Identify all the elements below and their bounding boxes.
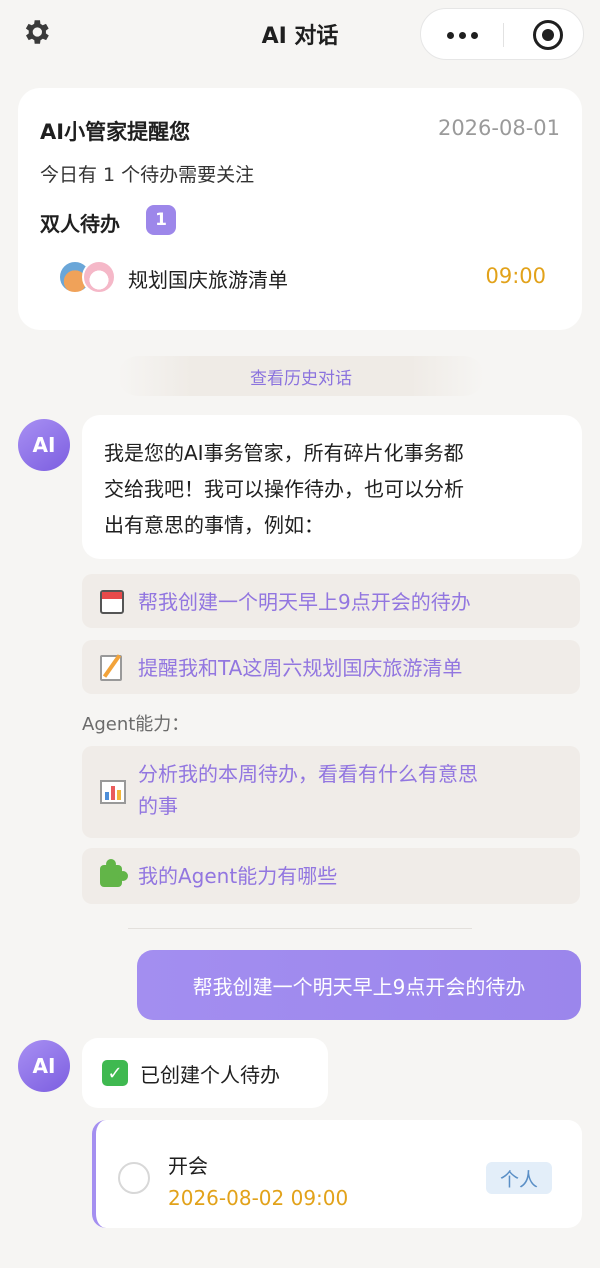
target-circle-icon[interactable] — [533, 20, 563, 50]
message-line: 我是您的AI事务管家，所有碎片化事务都 — [104, 441, 464, 465]
task-title: 开会 — [168, 1154, 208, 1178]
puzzle-icon — [100, 859, 128, 887]
more-dots-icon[interactable] — [421, 9, 503, 61]
divider — [128, 928, 472, 929]
reminder-title: AI小管家提醒您 — [40, 120, 191, 144]
suggestion-chip[interactable]: 帮我创建一个明天早上9点开会的待办 — [82, 574, 580, 628]
suggestion-text: 提醒我和TA这周六规划国庆旅游清单 — [138, 656, 463, 680]
suggestion-chip[interactable]: 分析我的本周待办，看看有什么有意思 的事 — [82, 746, 580, 838]
ai-avatar: AI — [18, 1040, 70, 1092]
check-mark-icon: ✓ — [102, 1060, 128, 1086]
avatar-pair — [58, 260, 122, 296]
ai-reply-bubble: ✓ 已创建个人待办 — [82, 1038, 328, 1108]
avatar — [82, 260, 116, 294]
reminder-subtitle: 今日有 1 个待办需要关注 — [40, 164, 255, 186]
message-line: 出有意思的事情，例如： — [104, 513, 324, 537]
task-checkbox[interactable] — [118, 1162, 150, 1194]
calendar-icon — [100, 590, 124, 614]
message-line: 交给我吧！我可以操作待办，也可以分析 — [104, 477, 464, 501]
history-link[interactable]: 查看历史对话 — [118, 356, 484, 396]
todo-time: 09:00 — [485, 264, 546, 288]
task-card[interactable]: 开会 2026-08-02 09:00 个人 — [92, 1120, 582, 1228]
task-time: 2026-08-02 09:00 — [168, 1186, 349, 1210]
suggestion-chip[interactable]: 提醒我和TA这周六规划国庆旅游清单 — [82, 640, 580, 694]
mini-program-capsule — [420, 8, 584, 60]
ai-avatar: AI — [18, 419, 70, 471]
suggestion-chip[interactable]: 我的Agent能力有哪些 — [82, 848, 580, 904]
suggestion-text: 我的Agent能力有哪些 — [138, 864, 338, 888]
ai-message-bubble: 我是您的AI事务管家，所有碎片化事务都 交给我吧！我可以操作待办，也可以分析 出… — [82, 415, 582, 559]
capsule-divider — [503, 23, 504, 47]
reminder-card[interactable]: AI小管家提醒您 2026-08-01 今日有 1 个待办需要关注 双人待办 1… — [18, 88, 582, 330]
user-message-bubble: 帮我创建一个明天早上9点开会的待办 — [137, 950, 581, 1020]
agent-section-label: Agent能力： — [82, 714, 190, 735]
suggestion-text: 的事 — [138, 794, 178, 818]
bar-chart-icon — [100, 780, 126, 804]
memo-icon — [100, 655, 122, 681]
category-label: 双人待办 — [40, 212, 120, 236]
todo-name[interactable]: 规划国庆旅游清单 — [128, 264, 288, 293]
reply-text: 已创建个人待办 — [140, 1062, 280, 1087]
suggestion-text: 分析我的本周待办，看看有什么有意思 — [138, 762, 478, 786]
count-badge: 1 — [146, 205, 176, 235]
task-tag: 个人 — [486, 1162, 552, 1194]
top-bar: AI 对话 — [0, 0, 600, 66]
reminder-date: 2026-08-01 — [437, 116, 560, 140]
suggestion-text: 帮我创建一个明天早上9点开会的待办 — [138, 590, 471, 614]
